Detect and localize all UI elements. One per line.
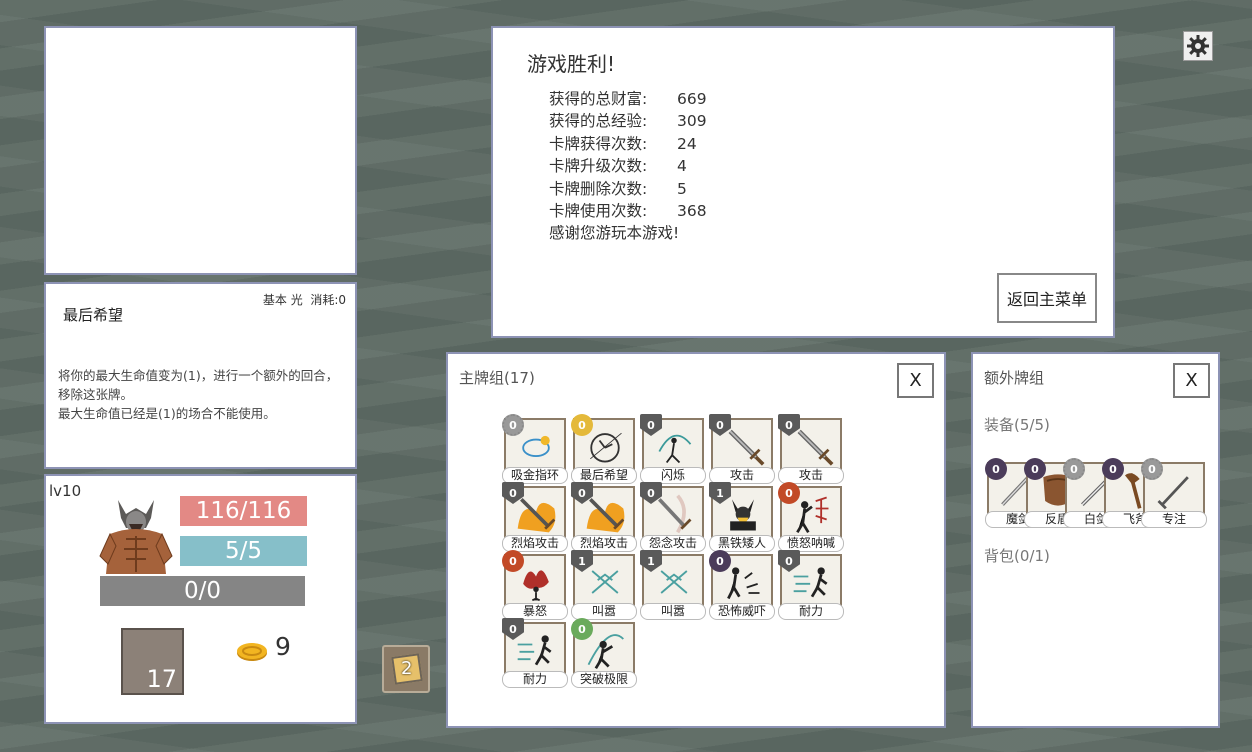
deck-card[interactable]: 0 耐力: [502, 618, 568, 688]
card-cost: 0: [1102, 458, 1124, 480]
card-cost: 0: [778, 482, 800, 504]
card-preview-panel: [44, 26, 357, 275]
card-name: 叫嚣: [640, 603, 706, 620]
deck-card[interactable]: 1 黑铁矮人: [709, 482, 775, 552]
deck-card[interactable]: 0 烈焰攻击: [571, 482, 637, 552]
deck-card[interactable]: 0 暴怒: [502, 550, 568, 620]
card-description: 将你的最大生命值变为(1)，进行一个额外的回合，移除这张牌。 最大生命值已经是(…: [58, 368, 339, 421]
gear-icon: [1187, 35, 1209, 57]
deck-card[interactable]: 0 吸金指环: [502, 414, 568, 484]
card-name: 吸金指环: [502, 467, 568, 484]
draw-pile-count: 17: [146, 665, 177, 693]
stat-row: 获得的总经验: 309: [549, 112, 707, 131]
card-name: 攻击: [709, 467, 775, 484]
card-cost: 0: [571, 618, 593, 640]
gold-coin-icon: [237, 643, 267, 661]
deck-card[interactable]: 0 恐怖威吓: [709, 550, 775, 620]
deck-card[interactable]: 0 烈焰攻击: [502, 482, 568, 552]
deck-card[interactable]: 1 叫嚣: [571, 550, 637, 620]
hp-bar: 116/116: [180, 496, 307, 526]
stat-row: 卡牌删除次数: 5: [549, 179, 687, 198]
deck-card[interactable]: 1 叫嚣: [640, 550, 706, 620]
deck-card[interactable]: 0 突破极限: [571, 618, 637, 688]
card-cost: 0: [1141, 458, 1163, 480]
card-detail-panel: 基本 光 消耗:0 最后希望 将你的最大生命值变为(1)，进行一个额外的回合，移…: [44, 282, 357, 469]
card-name: 恐怖威吓: [709, 603, 775, 620]
player-panel: lv10 116/116 5/5 0/0 17 9: [44, 474, 357, 724]
card-meta: 基本 光 消耗:0: [262, 293, 346, 307]
card-name: 耐力: [502, 671, 568, 688]
card-cost: 0: [985, 458, 1007, 480]
main-deck-title: 主牌组(17): [459, 369, 535, 387]
extra-deck-panel: 额外牌组 X 装备(5/5) 0 魔剑 0 反盾 0 白剑 0 飞斧 0 专注 背包(0/1): [971, 352, 1220, 728]
card-cost: 0: [502, 414, 524, 436]
deck-card[interactable]: 0 耐力: [778, 550, 844, 620]
discard-count: 2: [401, 658, 413, 679]
victory-stats: 获得的总财富: 669 获得的总经验: 309 卡牌获得次数: 24 卡牌升级次数: 4…: [549, 88, 707, 245]
close-extra-deck-button[interactable]: X: [1173, 363, 1210, 398]
settings-button[interactable]: [1183, 31, 1213, 61]
close-main-deck-button[interactable]: X: [897, 363, 934, 398]
deck-card[interactable]: 0 攻击: [778, 414, 844, 484]
card-cost: 0: [709, 550, 731, 572]
back-to-main-menu-button[interactable]: 返回主菜单: [997, 273, 1097, 323]
bag-label: 背包(0/1): [984, 547, 1050, 565]
stat-row: 卡牌升级次数: 4: [549, 157, 687, 176]
card-title: 最后希望: [63, 306, 124, 324]
card-cost: 0: [1024, 458, 1046, 480]
stat-row: 卡牌获得次数: 24: [549, 134, 697, 153]
draw-pile-button[interactable]: 17: [121, 628, 184, 695]
mp-bar: 5/5: [180, 536, 307, 566]
card-name: 暴怒: [502, 603, 568, 620]
xp-bar: 0/0: [100, 576, 305, 606]
stat-row: 获得的总财富: 669: [549, 90, 707, 108]
gold-count: 9: [275, 632, 291, 661]
warrior-portrait-icon: [99, 500, 173, 574]
card-name: 突破极限: [571, 671, 637, 688]
card-name: 怨念攻击: [640, 535, 706, 552]
card-cost: 0: [571, 414, 593, 436]
victory-panel: 游戏胜利! 获得的总财富: 669 获得的总经验: 309 卡牌获得次数: 24 卡牌…: [491, 26, 1115, 338]
thanks-text: 感谢您游玩本游戏!: [549, 224, 680, 243]
deck-card[interactable]: 0 愤怒呐喊: [778, 482, 844, 552]
main-deck-panel: 主牌组(17) X 0 吸金指环 0 最后希望 0 闪烁 0 攻击 0 攻击 0 烈焰攻击 0 烈焰攻击 0…: [446, 352, 946, 728]
card-name: 专注: [1141, 511, 1207, 528]
equipment-label: 装备(5/5): [984, 416, 1050, 434]
extra-deck-title: 额外牌组: [984, 369, 1045, 387]
card-name: 愤怒呐喊: [778, 535, 844, 552]
deck-card[interactable]: 0 怨念攻击: [640, 482, 706, 552]
victory-title: 游戏胜利!: [527, 52, 616, 76]
card-name: 闪烁: [640, 467, 706, 484]
card-cost: 0: [502, 550, 524, 572]
card-cost: 0: [1063, 458, 1085, 480]
deck-card[interactable]: 0 专注: [1141, 458, 1207, 528]
player-level: lv10: [49, 482, 82, 500]
stat-row: 卡牌使用次数: 368: [549, 202, 707, 221]
discard-pile-button[interactable]: 2: [382, 645, 430, 693]
card-name: 最后希望: [571, 467, 637, 484]
deck-card[interactable]: 0 闪烁: [640, 414, 706, 484]
deck-card[interactable]: 0 攻击: [709, 414, 775, 484]
card-name: 耐力: [778, 603, 844, 620]
card-name: 烈焰攻击: [571, 535, 637, 552]
deck-card[interactable]: 0 最后希望: [571, 414, 637, 484]
